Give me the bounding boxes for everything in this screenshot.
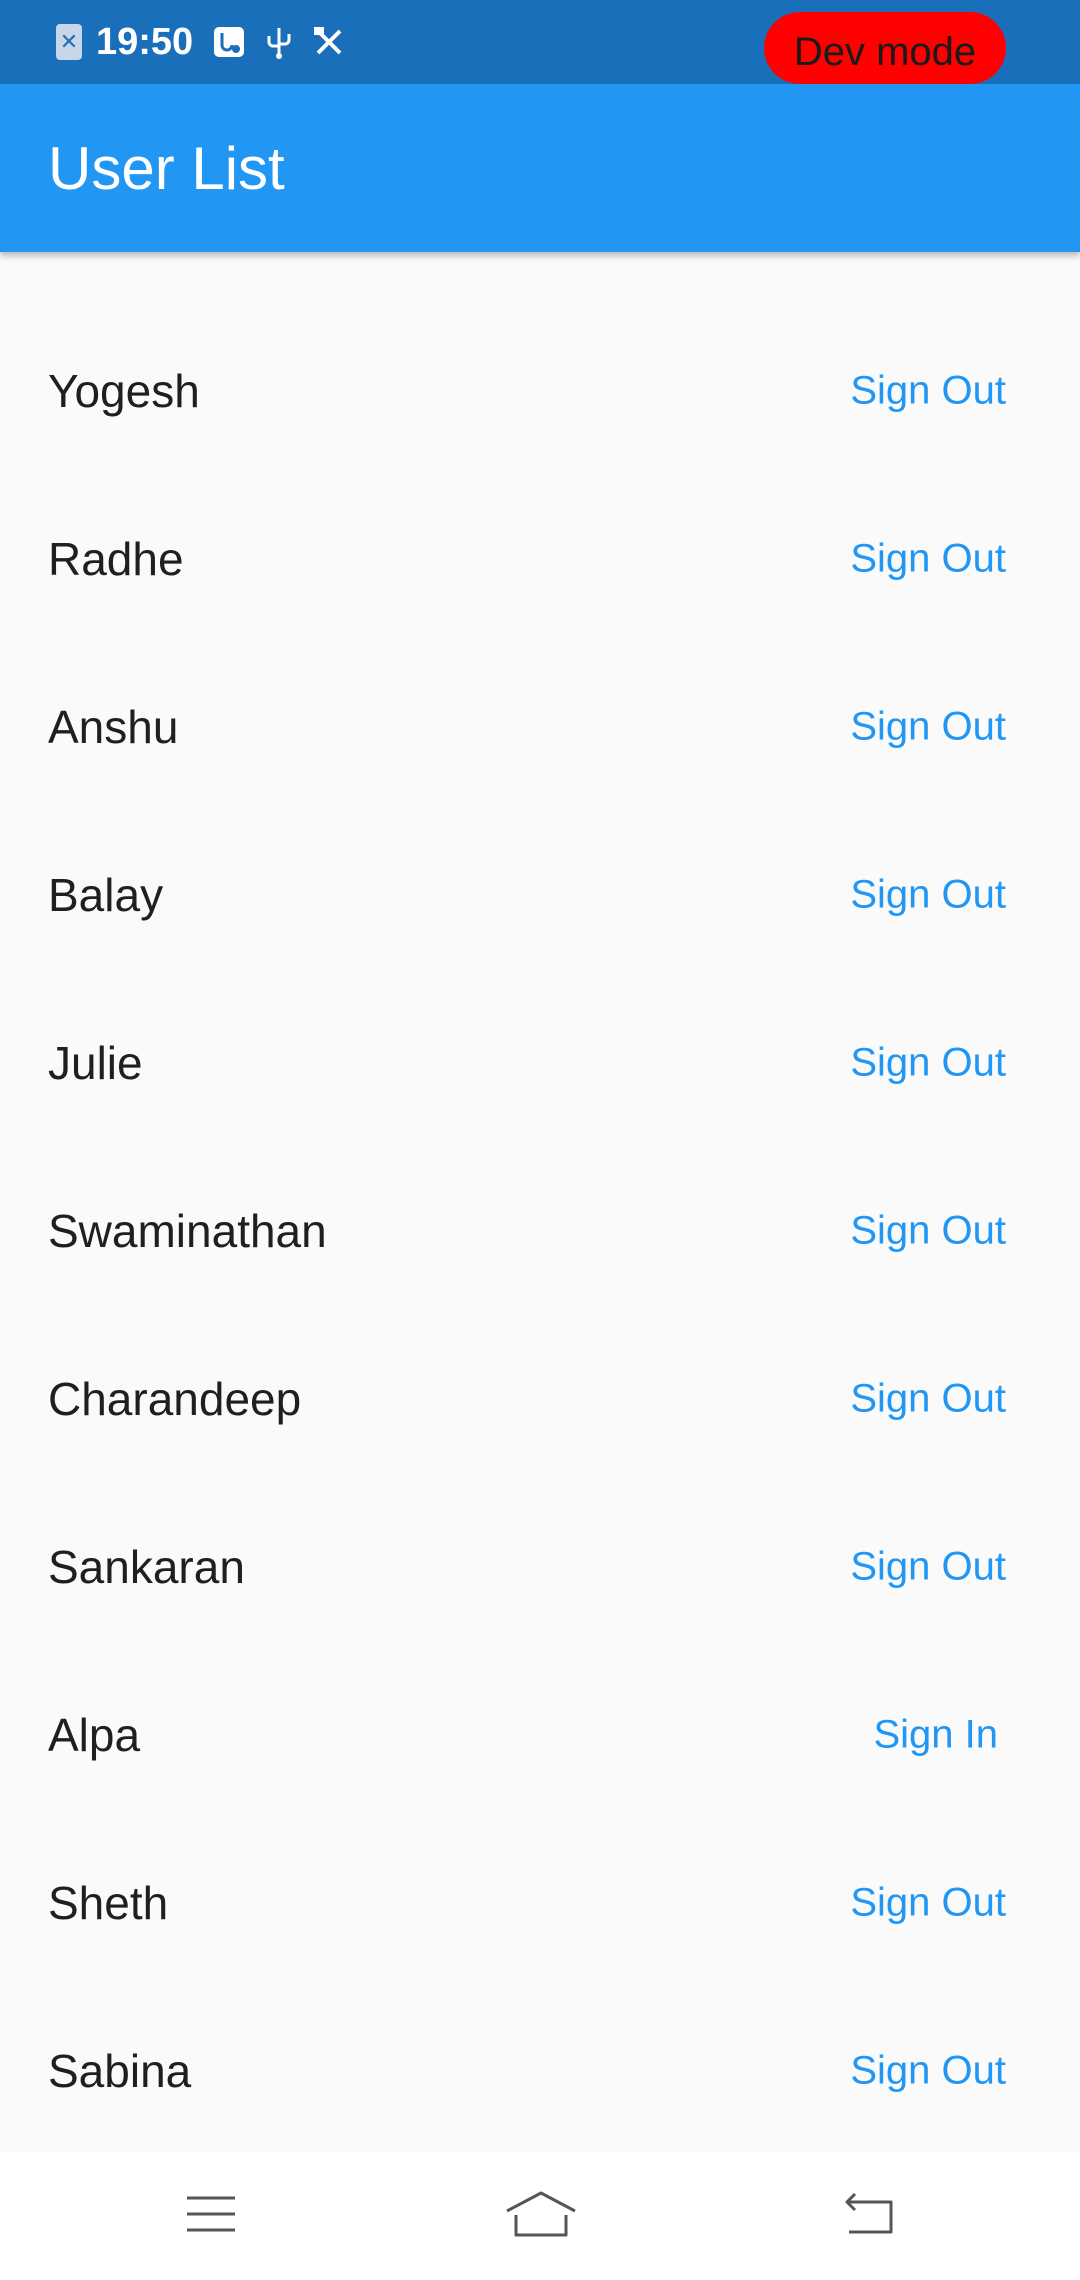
list-item-anshu: Anshu Sign Out bbox=[0, 643, 1080, 811]
sim-card-icon: ✕ bbox=[56, 24, 82, 60]
sign-out-button[interactable]: Sign Out bbox=[850, 1209, 1006, 1254]
sign-out-button[interactable]: Sign Out bbox=[850, 1545, 1006, 1590]
status-bar: ✕ 19:50 Dev mode bbox=[0, 0, 1080, 84]
user-name: Yogesh bbox=[48, 365, 200, 417]
status-icons: ✕ 19:50 bbox=[56, 18, 347, 66]
back-icon bbox=[843, 2192, 897, 2241]
user-name: Sankaran bbox=[48, 1541, 245, 1593]
user-list: Yogesh Sign Out Radhe Sign Out Anshu Sig… bbox=[0, 252, 1080, 2152]
developer-tools-icon bbox=[311, 24, 347, 60]
menu-icon bbox=[185, 2194, 237, 2239]
status-time: 19:50 bbox=[96, 20, 194, 63]
list-item-swaminathan: Swaminathan Sign Out bbox=[0, 1147, 1080, 1315]
user-name: Alpa bbox=[48, 1709, 141, 1761]
user-name: Radhe bbox=[48, 533, 184, 585]
back-button[interactable] bbox=[790, 2152, 950, 2280]
sign-out-button[interactable]: Sign Out bbox=[850, 2049, 1006, 2094]
sign-out-button[interactable]: Sign Out bbox=[850, 873, 1006, 918]
home-icon bbox=[504, 2189, 578, 2244]
dev-mode-badge: Dev mode bbox=[764, 12, 1006, 84]
usb-settings-icon bbox=[211, 24, 247, 60]
user-name: Sheth bbox=[48, 1877, 169, 1929]
list-item-sheth: Sheth Sign Out bbox=[0, 1819, 1080, 1987]
user-name: Swaminathan bbox=[48, 1205, 327, 1257]
home-button[interactable] bbox=[461, 2152, 621, 2280]
sign-out-button[interactable]: Sign Out bbox=[850, 1377, 1006, 1422]
sign-out-button[interactable]: Sign Out bbox=[850, 705, 1006, 750]
user-name: Balay bbox=[48, 869, 164, 921]
page-title: User List bbox=[48, 135, 285, 202]
navigation-bar bbox=[0, 2152, 1080, 2280]
list-item-yogesh: Yogesh Sign Out bbox=[0, 307, 1080, 475]
list-item-julie: Julie Sign Out bbox=[0, 979, 1080, 1147]
list-item-sabina: Sabina Sign Out bbox=[0, 1987, 1080, 2152]
user-name: Anshu bbox=[48, 701, 179, 753]
list-item-sankaran: Sankaran Sign Out bbox=[0, 1483, 1080, 1651]
user-name: Julie bbox=[48, 1037, 143, 1089]
sign-out-button[interactable]: Sign Out bbox=[850, 369, 1006, 414]
sign-out-button[interactable]: Sign Out bbox=[850, 1881, 1006, 1926]
sign-in-button[interactable]: Sign In bbox=[873, 1713, 998, 1758]
list-item-charandeep: Charandeep Sign Out bbox=[0, 1315, 1080, 1483]
sign-out-button[interactable]: Sign Out bbox=[850, 537, 1006, 582]
sign-out-button[interactable]: Sign Out bbox=[850, 1041, 1006, 1086]
app-bar: User List bbox=[0, 84, 1080, 252]
list-item-radhe: Radhe Sign Out bbox=[0, 475, 1080, 643]
user-name: Charandeep bbox=[48, 1373, 302, 1425]
menu-button[interactable] bbox=[131, 2152, 291, 2280]
list-item-balay: Balay Sign Out bbox=[0, 811, 1080, 979]
user-name: Sabina bbox=[48, 2045, 192, 2097]
list-item-alpa: Alpa Sign In bbox=[0, 1651, 1080, 1819]
usb-icon bbox=[261, 24, 297, 60]
